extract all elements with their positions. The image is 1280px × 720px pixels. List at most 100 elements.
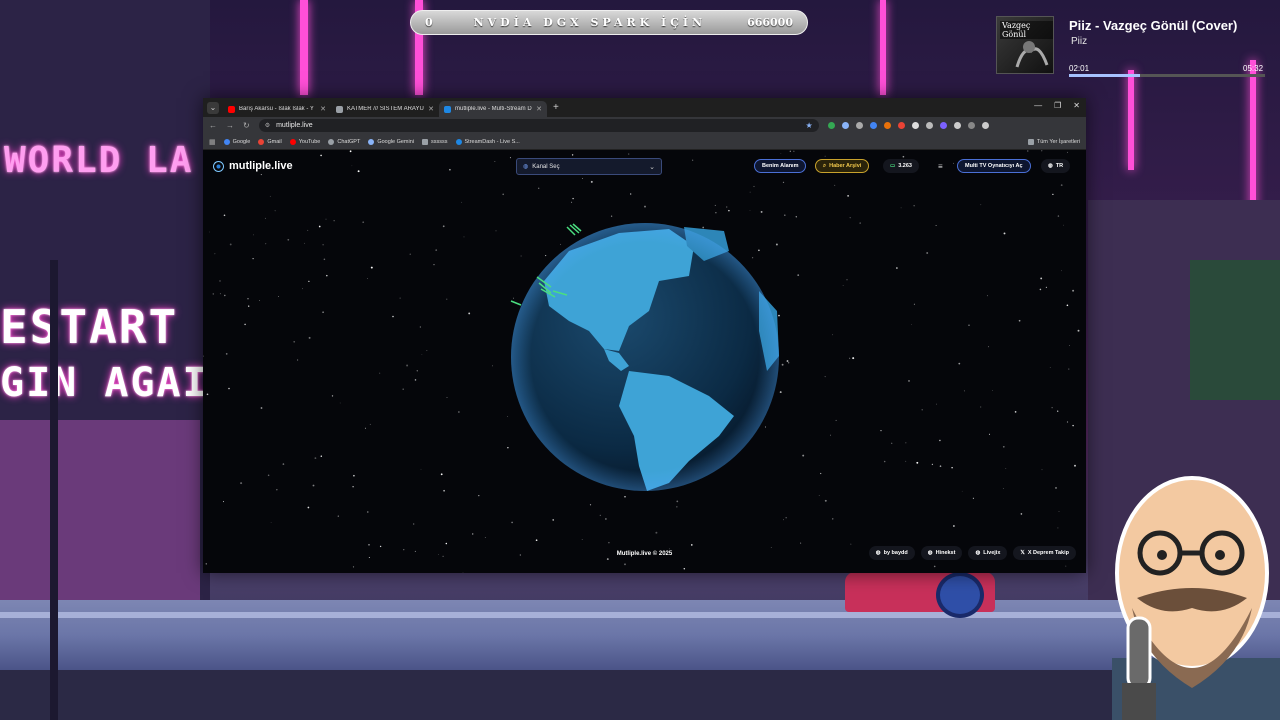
- bookmark-label: StreamDash - Live S...: [464, 138, 520, 145]
- maximize-icon[interactable]: ❐: [1054, 101, 1061, 110]
- extension-icon[interactable]: [869, 122, 877, 129]
- site-logo[interactable]: mutliple.live: [213, 160, 293, 172]
- extension-icon[interactable]: [925, 122, 933, 129]
- bookmark-folder[interactable]: ssssss: [422, 138, 448, 145]
- extension-icon[interactable]: [841, 122, 849, 129]
- bookmark-google[interactable]: Google: [223, 138, 250, 145]
- menu-dots-icon[interactable]: [981, 122, 989, 129]
- curb: [0, 612, 1280, 618]
- bookmark-gmail[interactable]: Gmail: [258, 138, 282, 145]
- channel-select[interactable]: ◍ Kanal Seç ⌄: [516, 158, 662, 175]
- star: [1057, 410, 1059, 412]
- star: [931, 463, 934, 466]
- now-playing-widget: Vazgeç Gönül Piiz - Vazgeç Gönül (Cover)…: [994, 12, 1272, 77]
- bookmark-label: ChatGPT: [337, 138, 361, 145]
- star: [495, 230, 497, 232]
- sidewalk: [0, 600, 1280, 670]
- profile-icon[interactable]: [967, 122, 975, 129]
- star: [1068, 345, 1070, 346]
- star: [916, 461, 919, 464]
- star: [571, 154, 574, 156]
- star: [896, 267, 898, 269]
- extension-icon[interactable]: [855, 122, 863, 129]
- extension-icon[interactable]: [939, 122, 947, 129]
- apps-grid-icon[interactable]: ▦: [209, 138, 216, 146]
- earth-globe[interactable]: [509, 221, 781, 493]
- back-icon[interactable]: ←: [209, 121, 217, 130]
- star: [240, 482, 243, 485]
- star: [293, 340, 296, 343]
- star: [445, 542, 448, 545]
- star: [951, 467, 953, 469]
- star: [589, 504, 592, 506]
- minimize-icon[interactable]: —: [1034, 101, 1042, 110]
- star: [214, 253, 216, 255]
- close-tab-icon[interactable]: ✕: [536, 105, 542, 113]
- footer-link-livejix[interactable]: ◍ Livejix: [968, 546, 1008, 560]
- new-tab-icon[interactable]: +: [553, 102, 559, 113]
- star: [1074, 464, 1076, 467]
- tab-katmer[interactable]: KATMER /// SİSTEM ARAYÜZÜ ✕: [331, 101, 439, 117]
- star: [972, 497, 974, 499]
- star: [502, 193, 504, 196]
- star: [265, 243, 267, 245]
- hamburger-menu-icon[interactable]: ≡: [938, 162, 943, 171]
- my-area-button[interactable]: Benim Alanım: [754, 159, 807, 173]
- bookmark-star-icon[interactable]: ★: [806, 121, 813, 130]
- star: [781, 363, 784, 366]
- bookmark-label: Google Gemini: [377, 138, 414, 145]
- forward-icon[interactable]: →: [226, 121, 234, 130]
- atmosphere: [511, 223, 779, 491]
- star: [655, 531, 658, 534]
- tab-mutliple[interactable]: mutliple.live - Multi-Stream Dü ✕: [439, 101, 547, 117]
- url-input[interactable]: ⚙ mutliple.live ★: [258, 119, 819, 132]
- bookmark-label: Gmail: [267, 138, 282, 145]
- star: [891, 442, 893, 444]
- star: [1049, 367, 1051, 368]
- star: [749, 209, 751, 211]
- close-tab-icon[interactable]: ✕: [428, 105, 434, 113]
- address-bar-row: ← → ↻ ⚙ mutliple.live ★: [203, 117, 1086, 134]
- site-info-icon[interactable]: ⚙: [265, 122, 270, 129]
- footer-link-baydd[interactable]: ◍ by baydd: [868, 546, 915, 560]
- tab-search-button[interactable]: ⌄: [207, 101, 219, 114]
- star: [325, 218, 327, 220]
- news-archive-button[interactable]: ⌕ Haber Arşivi: [815, 159, 870, 173]
- close-window-icon[interactable]: ✕: [1073, 101, 1080, 110]
- tab-youtube[interactable]: Barış Akarsu - Islak Islak - Y ✕: [223, 101, 331, 117]
- reload-icon[interactable]: ↻: [243, 121, 250, 130]
- bookmark-youtube[interactable]: YouTube: [289, 138, 320, 145]
- footer-link-deprem[interactable]: 𝕏X Deprem Takip: [1013, 546, 1076, 560]
- extension-icon[interactable]: [911, 122, 919, 129]
- extension-icon[interactable]: [883, 122, 891, 129]
- footer-link-hinekst[interactable]: ◍ Hinekst: [920, 546, 963, 560]
- star: [784, 214, 786, 216]
- star: [212, 293, 215, 295]
- bookmark-streamdash[interactable]: StreamDash - Live S...: [455, 138, 520, 145]
- star: [222, 501, 225, 503]
- extensions-puzzle-icon[interactable]: [953, 122, 961, 129]
- star: [1063, 224, 1064, 226]
- multi-tv-button[interactable]: Multi TV Oynatıcıyı Aç: [957, 159, 1031, 173]
- close-tab-icon[interactable]: ✕: [320, 105, 326, 113]
- language-button[interactable]: ◍ TR: [1041, 159, 1071, 173]
- streamdash-icon: [455, 138, 462, 145]
- total-time: 05:32: [1243, 64, 1264, 73]
- star: [462, 572, 464, 573]
- star: [676, 500, 679, 503]
- neon-sign-again: GIN AGAIN: [0, 360, 235, 406]
- all-bookmarks[interactable]: Tüm Yer İşaretleri: [1027, 138, 1080, 145]
- star: [1002, 488, 1004, 490]
- extension-icon[interactable]: [897, 122, 905, 129]
- star: [463, 236, 465, 238]
- star: [842, 284, 844, 286]
- star: [339, 402, 341, 404]
- star: [1068, 368, 1070, 370]
- bookmark-chatgpt[interactable]: ChatGPT: [328, 138, 361, 145]
- youtube-icon: [228, 105, 235, 113]
- bookmark-gemini[interactable]: Google Gemini: [368, 138, 414, 145]
- neon-sign-world: WORLD LA: [4, 140, 194, 181]
- globe-icon: ◍: [875, 550, 881, 556]
- extension-icon[interactable]: [827, 122, 835, 129]
- car-wheel: [936, 572, 984, 618]
